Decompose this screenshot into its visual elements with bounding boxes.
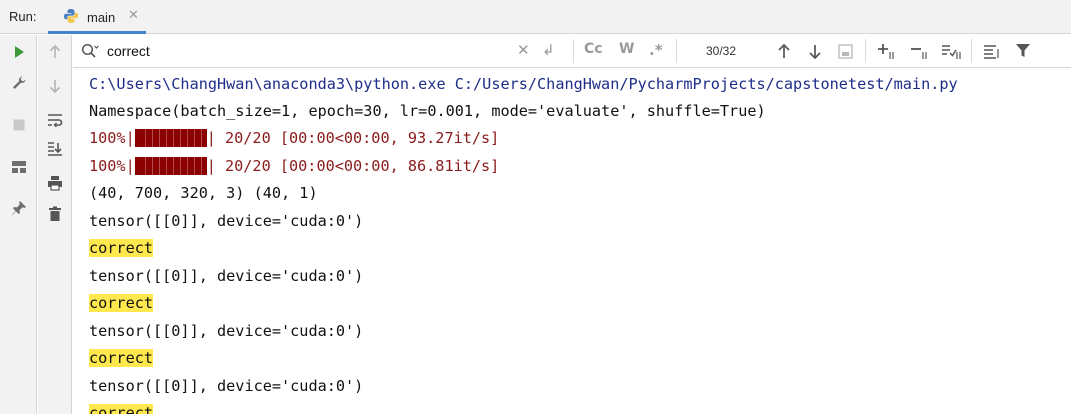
- console-actions-toolbar: [38, 35, 72, 414]
- separator: [573, 39, 574, 63]
- wrench-icon[interactable]: [8, 72, 30, 94]
- remove-occurrence-icon[interactable]: [910, 42, 932, 60]
- previous-match-icon[interactable]: [777, 44, 791, 59]
- print-icon[interactable]: [44, 172, 66, 194]
- console-shape-line: (40, 700, 320, 3) (40, 1): [89, 184, 318, 202]
- regex-toggle[interactable]: .*: [649, 41, 663, 59]
- progress-percent: 100%|: [89, 157, 135, 175]
- match-count: 30/32: [706, 44, 737, 58]
- search-match-highlight: correct: [89, 239, 154, 257]
- console-match-line: correct: [89, 237, 154, 259]
- select-all-occurrences-icon[interactable]: [838, 44, 853, 59]
- console-tensor-line: tensor([[0]], device='cuda:0'): [89, 267, 364, 285]
- scroll-to-end-icon[interactable]: [44, 138, 66, 160]
- console-namespace-line: Namespace(batch_size=1, epoch=30, lr=0.0…: [89, 102, 766, 120]
- pin-icon[interactable]: [8, 197, 30, 219]
- soft-wrap-icon[interactable]: [44, 109, 66, 131]
- separator: [865, 39, 866, 63]
- trash-icon[interactable]: [44, 203, 66, 225]
- select-occurrences-icon[interactable]: [941, 42, 963, 60]
- search-input[interactable]: [107, 41, 507, 61]
- console-tensor-line: tensor([[0]], device='cuda:0'): [89, 377, 364, 395]
- add-occurrence-icon[interactable]: [877, 42, 899, 60]
- console-tensor-line: tensor([[0]], device='cuda:0'): [89, 322, 364, 340]
- search-match-highlight: correct: [89, 349, 154, 367]
- search-match-highlight: correct: [89, 294, 154, 312]
- console-match-line: correct: [89, 347, 154, 369]
- separator: [971, 39, 972, 63]
- console-progress-line: 100%| | 20/20 [00:00<00:00, 86.81it/s]: [89, 155, 499, 177]
- progress-stats: | 20/20 [00:00<00:00, 93.27it/s]: [206, 129, 500, 147]
- words-toggle[interactable]: W: [619, 41, 634, 57]
- clear-search-icon[interactable]: ✕: [517, 41, 530, 59]
- play-icon[interactable]: [8, 41, 30, 63]
- tab-main[interactable]: main ✕: [48, 0, 146, 34]
- run-actions-toolbar: [0, 35, 37, 414]
- arrow-up-icon[interactable]: [44, 41, 66, 63]
- arrow-down-icon[interactable]: [44, 75, 66, 97]
- tab-title: main: [87, 10, 116, 25]
- console-progress-line: 100%| | 20/20 [00:00<00:00, 93.27it/s]: [89, 127, 499, 149]
- search-icon[interactable]: [81, 43, 99, 59]
- search-match-highlight: correct: [89, 404, 154, 414]
- match-case-toggle[interactable]: Cc: [584, 41, 603, 57]
- close-icon[interactable]: ✕: [128, 8, 139, 23]
- layout-icon[interactable]: [8, 156, 30, 178]
- progress-bar: [134, 157, 207, 175]
- run-label: Run:: [9, 9, 37, 24]
- filter-lines-icon[interactable]: [983, 44, 1001, 59]
- next-match-icon[interactable]: [808, 44, 822, 59]
- filter-icon[interactable]: [1015, 43, 1031, 59]
- tab-active-indicator: [48, 31, 146, 34]
- console-tensor-line: tensor([[0]], device='cuda:0'): [89, 212, 364, 230]
- progress-bar: [134, 129, 207, 147]
- console-search-bar: ✕ ↲ Cc W .* 30/32: [73, 35, 1071, 68]
- stop-icon[interactable]: [8, 114, 30, 136]
- new-line-icon[interactable]: ↲: [542, 41, 555, 59]
- console-match-line: correct: [89, 292, 154, 314]
- progress-percent: 100%|: [89, 129, 135, 147]
- console-match-line: correct: [89, 402, 154, 414]
- progress-stats: | 20/20 [00:00<00:00, 86.81it/s]: [206, 157, 500, 175]
- python-icon: [64, 9, 78, 23]
- console-command-line: C:\Users\ChangHwan\anaconda3\python.exe …: [89, 75, 958, 93]
- run-toolwindow-header: Run: main ✕: [0, 0, 1071, 34]
- console-output[interactable]: C:\Users\ChangHwan\anaconda3\python.exe …: [73, 69, 1071, 414]
- separator: [676, 39, 677, 63]
